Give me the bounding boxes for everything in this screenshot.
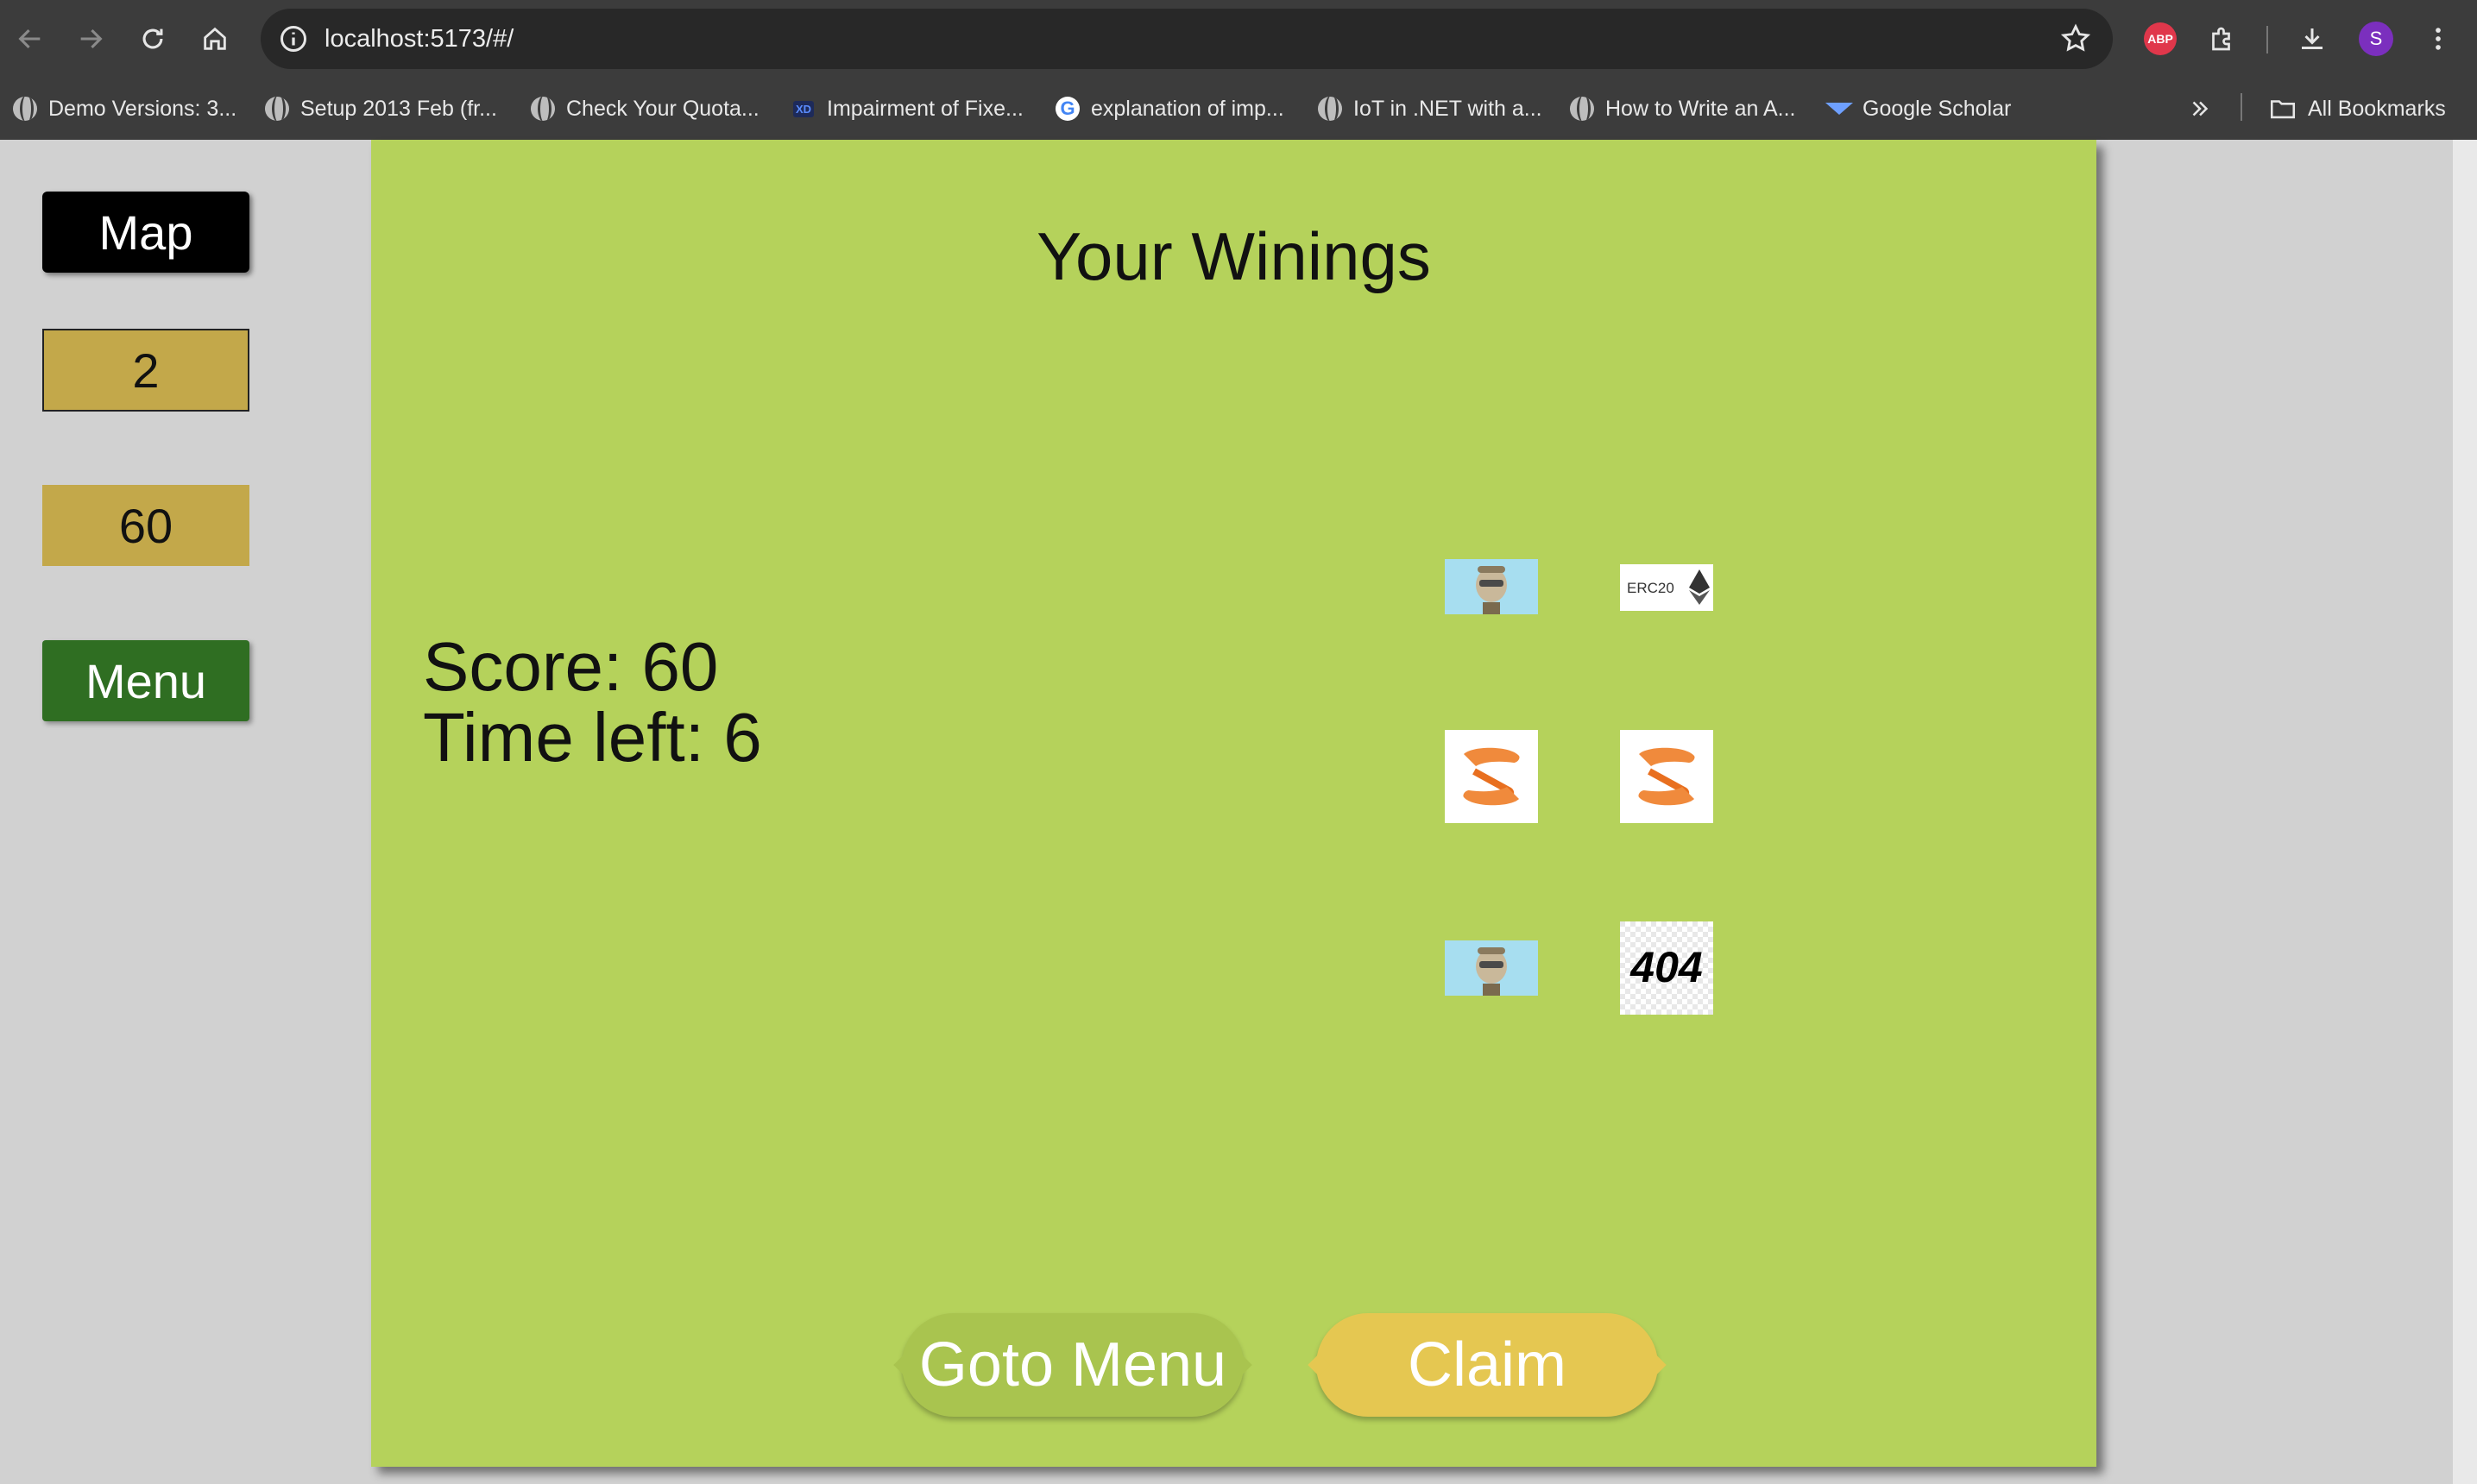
- erc20-label: ERC20: [1627, 580, 1674, 596]
- level-display: 2: [42, 329, 249, 412]
- bookmark-label: Google Scholar: [1862, 96, 2012, 121]
- address-bar[interactable]: localhost:5173/#/: [261, 9, 2113, 69]
- erc20-ethereum-icon: ERC20: [1620, 564, 1713, 611]
- site-info-icon[interactable]: [278, 23, 309, 54]
- goto-menu-button[interactable]: Goto Menu: [902, 1313, 1244, 1417]
- time-left-text: Time left: 6: [423, 699, 762, 776]
- bookmark-label: Impairment of Fixe...: [827, 96, 1024, 121]
- bookmark-label: How to Write an A...: [1605, 96, 1796, 121]
- back-arrow-icon: [18, 28, 41, 49]
- reward-404-token: 404: [1620, 921, 1713, 1015]
- bookmark-item[interactable]: Check Your Quota...: [530, 90, 759, 128]
- reward-erc20-token: ERC20: [1620, 564, 1713, 611]
- globe-icon: [1318, 97, 1342, 121]
- bookmark-label: explanation of imp...: [1091, 96, 1284, 121]
- reload-button[interactable]: [131, 17, 174, 60]
- puzzle-icon: [2212, 27, 2230, 51]
- globe-icon: [531, 97, 555, 121]
- home-button[interactable]: [193, 17, 236, 60]
- bookmarks-overflow-button[interactable]: [2187, 90, 2213, 128]
- bookmark-item[interactable]: IoT in .NET with a...: [1317, 90, 1542, 128]
- menu-button[interactable]: Menu: [42, 640, 249, 721]
- profile-button[interactable]: S: [2356, 19, 2396, 59]
- reward-ape-nft: [1445, 940, 1538, 996]
- page-scrollbar[interactable]: [2453, 140, 2477, 1484]
- stats-block: Score: 60 Time left: 6: [423, 632, 762, 773]
- bookmark-item[interactable]: Setup 2013 Feb (fr...: [264, 90, 497, 128]
- downloads-button[interactable]: [2292, 19, 2332, 59]
- home-icon: [204, 27, 226, 50]
- page-title: Your Winings: [1037, 218, 1431, 294]
- browser-menu-button[interactable]: [2418, 19, 2458, 59]
- forward-arrow-icon: [80, 28, 103, 49]
- download-icon: [2302, 28, 2323, 49]
- bookmark-label: Demo Versions: 3...: [48, 96, 237, 121]
- avatar: S: [2359, 22, 2393, 56]
- more-vertical-icon: [2436, 28, 2441, 50]
- extensions-button[interactable]: [2203, 19, 2242, 59]
- bookmark-star-icon[interactable]: [2059, 22, 2092, 55]
- folder-icon: [2270, 100, 2296, 119]
- claim-button[interactable]: Claim: [1316, 1313, 1658, 1417]
- orange-s-token-icon: [1620, 730, 1713, 823]
- back-button[interactable]: [9, 17, 52, 60]
- bookmark-item[interactable]: G explanation of imp...: [1055, 90, 1284, 128]
- double-chevron-right-icon: [2192, 101, 2209, 116]
- bookmark-item[interactable]: XD Impairment of Fixe...: [791, 90, 1024, 128]
- browser-toolbar: localhost:5173/#/ ABP S: [0, 0, 2477, 78]
- scholar-icon: [1825, 103, 1853, 115]
- bookmark-item[interactable]: Google Scholar: [1825, 90, 2012, 128]
- ape-nft-icon: [1445, 559, 1538, 614]
- reload-icon: [142, 28, 163, 49]
- bookmarks-divider: [2241, 93, 2242, 121]
- adblock-icon: ABP: [2144, 22, 2177, 55]
- adblock-extension[interactable]: ABP: [2140, 19, 2180, 59]
- globe-icon: [13, 97, 37, 121]
- 404-label: 404: [1629, 943, 1702, 991]
- ape-nft-icon: [1445, 940, 1538, 996]
- map-button[interactable]: Map: [42, 192, 249, 273]
- bookmark-item[interactable]: How to Write an A...: [1569, 90, 1795, 128]
- reward-swap-token: [1620, 730, 1713, 823]
- reward-ape-nft: [1445, 559, 1538, 614]
- all-bookmarks-button[interactable]: All Bookmarks: [2268, 90, 2446, 128]
- bookmark-label: IoT in .NET with a...: [1353, 96, 1542, 121]
- bookmark-label: Setup 2013 Feb (fr...: [300, 96, 497, 121]
- bookmark-label: Check Your Quota...: [566, 96, 759, 121]
- globe-icon: [265, 97, 289, 121]
- globe-icon: [1570, 97, 1594, 121]
- score-text: Score: 60: [423, 628, 719, 705]
- url-text[interactable]: localhost:5173/#/: [325, 9, 514, 69]
- toolbar-divider: [2266, 26, 2268, 53]
- all-bookmarks-label: All Bookmarks: [2308, 96, 2446, 121]
- score-display: 60: [42, 485, 249, 566]
- google-icon: G: [1056, 97, 1080, 121]
- xd-icon: XD: [792, 100, 815, 117]
- 404-icon: 404: [1620, 921, 1713, 1015]
- winnings-panel: Your Winings Score: 60 Time left: 6 ERC2…: [371, 140, 2096, 1467]
- forward-button[interactable]: [69, 17, 112, 60]
- orange-s-token-icon: [1445, 730, 1538, 823]
- bookmark-item[interactable]: Demo Versions: 3...: [12, 90, 236, 128]
- reward-swap-token: [1445, 730, 1538, 823]
